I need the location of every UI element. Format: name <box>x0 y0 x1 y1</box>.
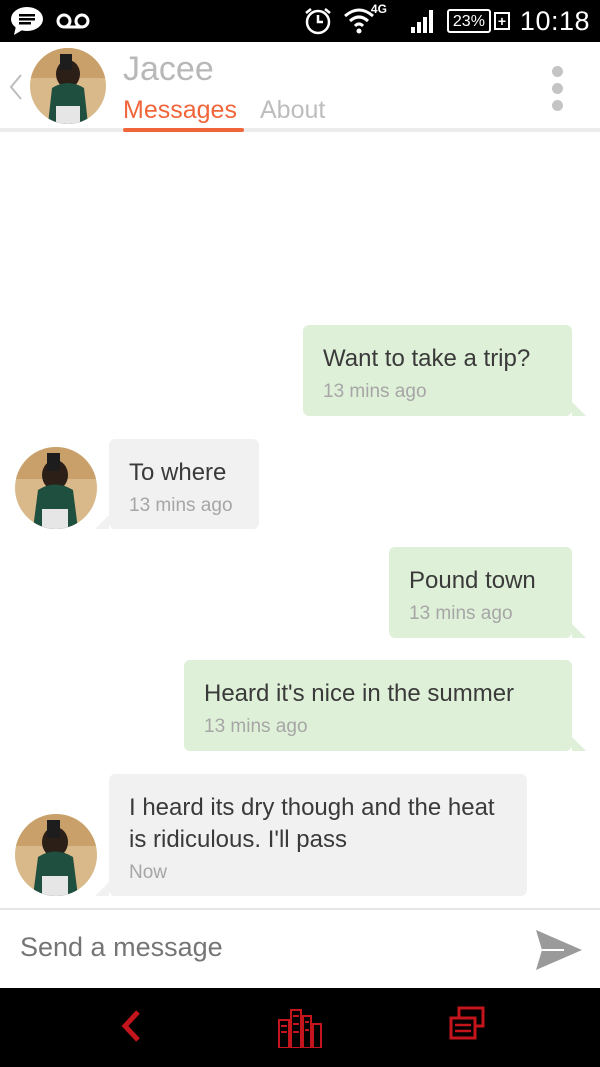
status-bar: 4G 23% + 10:18 <box>0 0 600 42</box>
back-icon[interactable] <box>118 1006 144 1046</box>
avatar[interactable] <box>15 814 97 896</box>
avatar[interactable] <box>30 48 106 124</box>
chat-bubble-icon <box>11 7 43 35</box>
message-outgoing[interactable]: Pound town 13 mins ago <box>389 547 586 638</box>
avatar-photo <box>15 814 97 896</box>
signal-icon <box>410 10 433 33</box>
battery-level: 23% <box>446 9 491 33</box>
message-time: 13 mins ago <box>204 716 308 737</box>
message-text: Want to take a trip? <box>323 345 531 372</box>
message-text: To where <box>129 459 227 486</box>
message-time: Now <box>129 862 168 883</box>
message-incoming[interactable]: To where 13 mins ago <box>95 439 259 529</box>
home-icon[interactable] <box>277 1006 323 1048</box>
battery-icon: 23% + <box>446 9 510 33</box>
clock: 10:18 <box>519 5 590 36</box>
recent-apps-icon[interactable] <box>449 1006 485 1042</box>
message-time: 13 mins ago <box>129 495 233 516</box>
tab-messages[interactable]: Messages <box>123 96 237 125</box>
contact-name[interactable]: Jacee <box>123 50 214 89</box>
status-right-icons: 4G 23% + 10:18 <box>303 2 590 38</box>
message-time: 13 mins ago <box>323 381 427 402</box>
message-text: Pound town <box>409 567 536 594</box>
message-outgoing[interactable]: Want to take a trip? 13 mins ago <box>303 325 586 416</box>
active-tab-indicator <box>123 128 244 132</box>
message-text: I heard its dry though and the heat is r… <box>129 794 495 853</box>
message-text: Heard it's nice in the summer <box>204 680 515 707</box>
avatar[interactable] <box>15 447 97 529</box>
message-input[interactable] <box>20 932 480 963</box>
avatar-photo <box>30 48 106 124</box>
avatar-photo <box>15 447 97 529</box>
message-time: 13 mins ago <box>409 603 513 624</box>
wifi-4g: 4G <box>343 2 399 38</box>
status-left-icons <box>10 6 90 36</box>
conversation-header: Jacee Messages About <box>0 42 600 132</box>
voicemail-icon <box>56 13 90 29</box>
alarm-icon <box>305 8 331 35</box>
send-icon[interactable] <box>534 926 584 974</box>
network-type: 4G <box>370 2 387 16</box>
message-outgoing[interactable]: Heard it's nice in the summer 13 mins ag… <box>184 660 586 751</box>
system-nav-bar <box>0 988 600 1067</box>
back-chevron-icon[interactable] <box>8 72 24 102</box>
more-vert-icon[interactable] <box>552 66 564 117</box>
tab-about[interactable]: About <box>260 96 325 125</box>
message-composer <box>0 908 600 988</box>
charging-indicator: + <box>493 12 510 30</box>
message-incoming[interactable]: I heard its dry though and the heat is r… <box>95 774 527 896</box>
